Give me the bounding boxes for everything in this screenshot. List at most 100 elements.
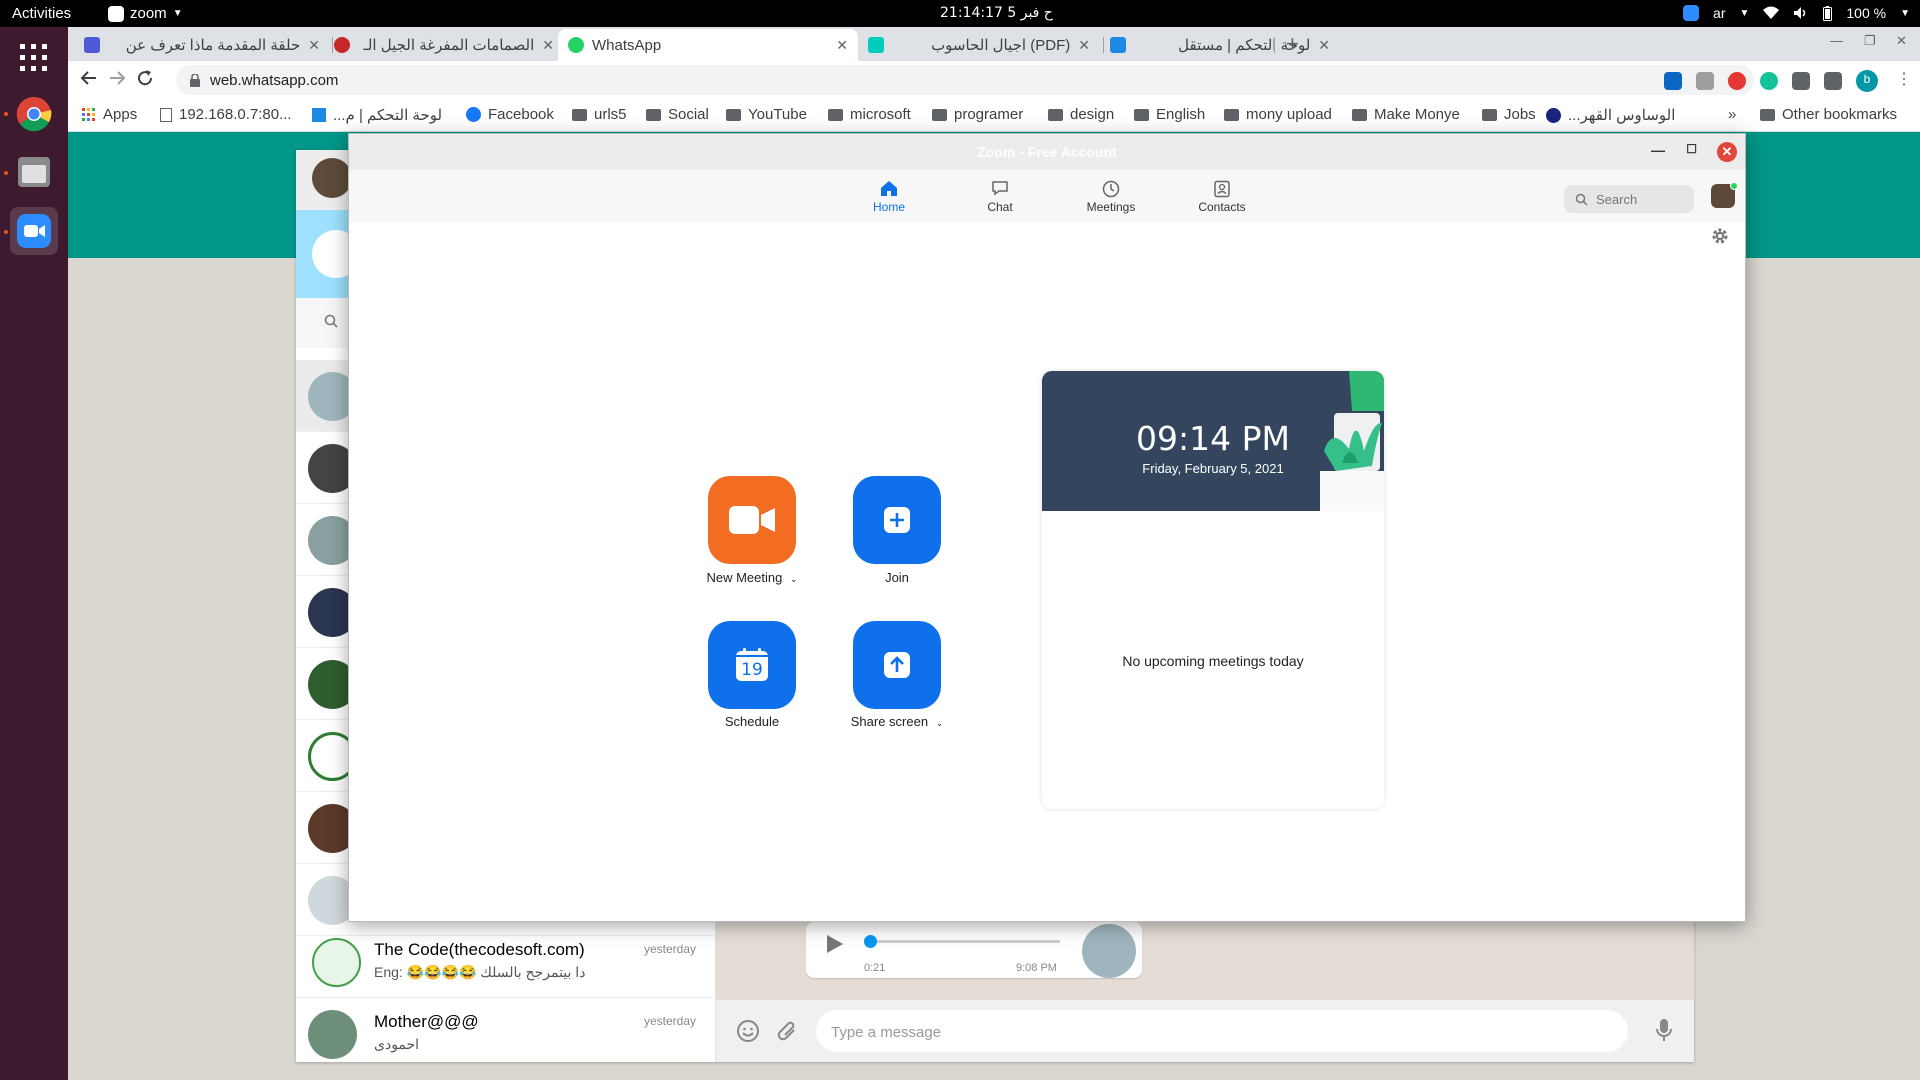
tab-divider	[1274, 37, 1275, 53]
tab-contacts[interactable]: Contacts	[1182, 180, 1262, 214]
gear-icon[interactable]	[1711, 227, 1729, 245]
tab-title: WhatsApp	[592, 36, 662, 54]
join-button[interactable]	[853, 476, 941, 564]
voice-message[interactable]: 0:21 9:08 PM	[806, 922, 1142, 978]
schedule-button[interactable]: 19	[708, 621, 796, 709]
zoom-window-title: Zoom - Free Account	[977, 144, 1117, 160]
tab-chat[interactable]: Chat	[960, 180, 1040, 214]
tab-meetings[interactable]: Meetings	[1071, 180, 1151, 214]
chevron-down-icon[interactable]: ⌄	[790, 574, 798, 584]
bookmark-folder[interactable]: Make Monye	[1352, 106, 1460, 123]
bookmark-folder[interactable]: microsoft	[828, 106, 911, 123]
emoji-icon[interactable]	[736, 1019, 760, 1043]
new-meeting-button[interactable]	[708, 476, 796, 564]
browser-tab[interactable]: (PDF) اجيال الحاسوب ✕	[858, 29, 1100, 61]
chrome-icon[interactable]	[10, 90, 58, 138]
back-button[interactable]	[80, 69, 98, 87]
browser-tab[interactable]: الصمامات المفرغة الجيل الـ ✕	[324, 29, 564, 61]
grammarly-icon[interactable]	[1760, 72, 1778, 90]
address-bar[interactable]: web.whatsapp.com ★	[176, 65, 1754, 95]
schedule-label[interactable]: Schedule	[672, 714, 832, 729]
camera-icon[interactable]	[1696, 72, 1714, 90]
close-icon[interactable]: ✕	[308, 37, 320, 54]
microphone-icon[interactable]	[1656, 1018, 1672, 1042]
play-icon[interactable]	[826, 934, 844, 954]
bookmark-folder[interactable]: Social	[646, 106, 709, 123]
profile-avatar[interactable]: b	[1856, 70, 1878, 92]
bookmark-apps[interactable]: Apps	[82, 106, 137, 123]
activities-button[interactable]: Activities	[12, 5, 71, 22]
language-indicator[interactable]: ar	[1713, 5, 1725, 21]
voice-progress-track[interactable]	[870, 940, 1060, 943]
researchgate-icon	[868, 37, 884, 53]
reload-button[interactable]	[136, 69, 154, 87]
system-tray[interactable]: ar ▼ 100 % ▼	[1683, 5, 1910, 21]
bookmark-label: English	[1156, 106, 1206, 123]
bookmark-item[interactable]: 192.168.0.7:80...	[160, 106, 292, 123]
close-icon[interactable]: ✕	[836, 37, 848, 54]
apps-grid-icon[interactable]	[20, 44, 48, 72]
restore-button[interactable]: ❐	[1864, 33, 1876, 49]
zoom-title-bar[interactable]: Zoom - Free Account — ☐ ✕	[349, 134, 1745, 170]
browser-tab[interactable]: حلقة المقدمة ماذا تعرف عن ✕	[74, 29, 330, 61]
join-label[interactable]: Join	[817, 570, 977, 585]
bookmark-folder[interactable]: English	[1134, 106, 1205, 123]
adblock-icon[interactable]	[1728, 72, 1746, 90]
share-screen-button[interactable]	[853, 621, 941, 709]
zoom-nav-bar: Home Chat Meetings Contacts Search	[349, 170, 1745, 222]
search-placeholder: Search	[1596, 192, 1638, 207]
maximize-button[interactable]: ☐	[1686, 142, 1697, 156]
clock[interactable]: ح فبر 5 21:14:17	[940, 5, 1053, 21]
share-screen-label[interactable]: Share screen ⌄	[817, 714, 977, 729]
search-input[interactable]: Search	[1564, 185, 1694, 213]
other-bookmarks[interactable]: Other bookmarks	[1760, 106, 1897, 123]
linkedin-icon[interactable]	[1664, 72, 1682, 90]
bookmark-folder[interactable]: design	[1048, 106, 1114, 123]
chevron-down-icon[interactable]: ⌄	[936, 718, 944, 728]
close-button[interactable]: ✕	[1717, 142, 1737, 162]
list-item[interactable]: Mother@@@ yesterday احمودى	[296, 998, 716, 1070]
bookmark-item[interactable]: Facebook	[466, 106, 554, 123]
bookmark-folder[interactable]: programer	[932, 106, 1023, 123]
close-window-button[interactable]: ✕	[1896, 33, 1907, 49]
minimize-button[interactable]: —	[1651, 142, 1665, 158]
close-icon[interactable]: ✕	[1078, 37, 1090, 54]
bookmark-folder[interactable]: mony upload	[1224, 106, 1332, 123]
zoom-icon[interactable]	[10, 207, 58, 255]
zoom-tray-icon[interactable]	[1683, 5, 1700, 21]
close-icon[interactable]: ✕	[1318, 37, 1330, 54]
files-icon[interactable]	[10, 148, 58, 196]
tab-title: لوحة التحكم | مستقل	[1178, 37, 1311, 54]
list-item[interactable]: The Code(thecodesoft.com) yesterday دا ب…	[296, 926, 716, 998]
app-menu[interactable]: zoom ▼	[108, 5, 183, 22]
chat-preview: احمودى	[374, 1036, 420, 1052]
message-placeholder: Type a message	[831, 1024, 942, 1041]
bookmark-folder[interactable]: YouTube	[726, 106, 807, 123]
more-bookmarks-button[interactable]: »	[1728, 106, 1736, 123]
close-icon[interactable]: ✕	[542, 37, 554, 54]
tab-home[interactable]: Home	[849, 180, 929, 214]
tab-label: Contacts	[1198, 200, 1246, 214]
extensions-icon[interactable]	[1792, 72, 1810, 90]
voice-progress-handle[interactable]	[864, 935, 877, 948]
chat-preview: دا بيتمرجح بالسلك 😂😂😂😂 :Eng	[374, 964, 586, 980]
site-icon	[1546, 107, 1561, 123]
chevron-down-icon: ▼	[1900, 7, 1910, 19]
forward-button[interactable]	[108, 69, 126, 87]
bookmark-item[interactable]: الوساوس القهر...	[1546, 106, 1675, 124]
menu-kebab-icon[interactable]: ⋮	[1896, 69, 1912, 88]
new-meeting-label[interactable]: New Meeting ⌄	[672, 570, 832, 585]
attach-icon[interactable]	[776, 1019, 798, 1043]
browser-tab[interactable]: لوحة التحكم | مستقل ✕	[1100, 29, 1340, 61]
browser-tab-active[interactable]: WhatsApp ✕	[558, 29, 858, 61]
avatar[interactable]	[312, 158, 352, 198]
bookmark-item[interactable]: لوحة التحكم | م...	[312, 106, 442, 124]
media-icon[interactable]	[1824, 72, 1842, 90]
avatar[interactable]	[1711, 182, 1738, 208]
bookmark-folder[interactable]: Jobs	[1482, 106, 1536, 123]
message-input[interactable]: Type a message	[816, 1010, 1628, 1052]
whatsapp-icon	[568, 37, 584, 53]
new-tab-button[interactable]: +	[1286, 31, 1299, 57]
minimize-button[interactable]: —	[1830, 33, 1843, 48]
bookmark-folder[interactable]: urls5	[572, 106, 627, 123]
